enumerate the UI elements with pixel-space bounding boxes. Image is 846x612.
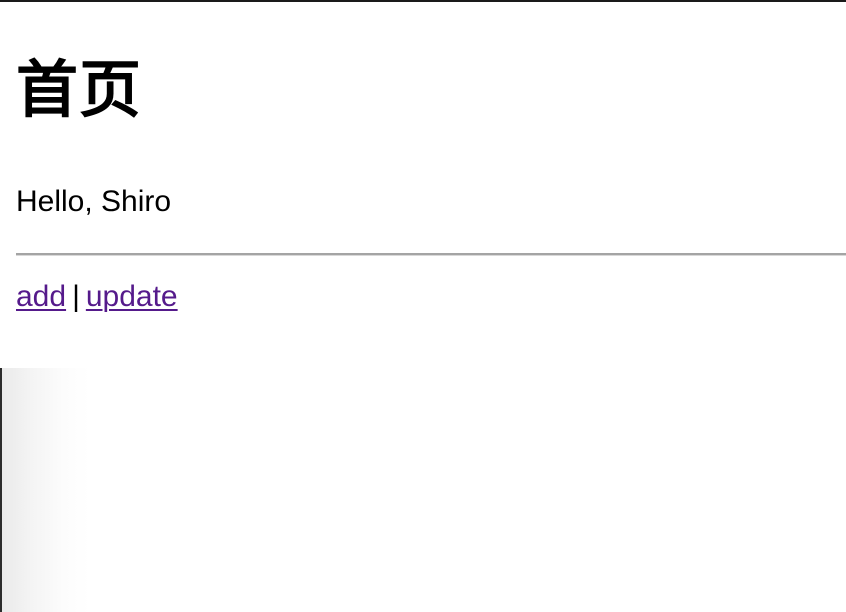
greeting-text: Hello, Shiro: [16, 185, 172, 218]
link-separator: |: [72, 280, 80, 313]
overlay-shadow: [0, 368, 90, 612]
page-title: 首页: [16, 53, 143, 126]
window-top-border: [0, 0, 846, 2]
action-links: add | update: [16, 279, 178, 315]
overlay-shadow-edge: [0, 368, 2, 612]
add-link[interactable]: add: [16, 280, 66, 313]
update-link[interactable]: update: [86, 280, 178, 313]
divider: [16, 253, 846, 256]
